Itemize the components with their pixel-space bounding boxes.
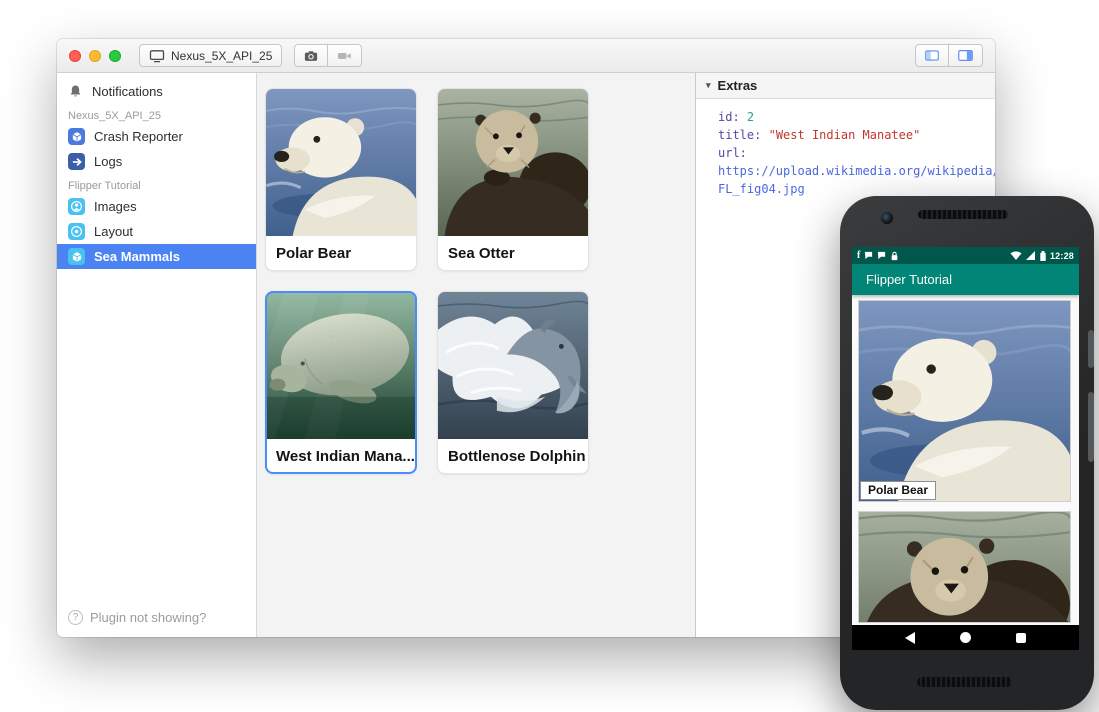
- capture-button-group: [294, 44, 362, 67]
- status-bar-clock: 12:28: [1050, 251, 1074, 261]
- recents-button[interactable]: [1016, 633, 1026, 643]
- polar-bear-image: [858, 300, 1071, 502]
- json-key: title:: [718, 128, 761, 142]
- sidebar-label: Logs: [94, 154, 122, 169]
- cellular-signal-icon: [1026, 251, 1036, 260]
- back-button[interactable]: [905, 632, 915, 644]
- card-west-indian-manatee[interactable]: West Indian Mana...: [265, 291, 417, 474]
- monitor-icon: [149, 49, 165, 63]
- extras-json-view: id: 2 title: "West Indian Manatee" url: …: [696, 99, 995, 198]
- sidebar-label: Images: [94, 199, 137, 214]
- close-window-button[interactable]: [69, 50, 81, 62]
- device-selector-label: Nexus_5X_API_25: [171, 49, 272, 63]
- sidebar-section-app: Flipper Tutorial: [57, 174, 256, 194]
- collapse-triangle-icon: ▾: [706, 80, 711, 91]
- device-selector-button[interactable]: Nexus_5X_API_25: [139, 44, 282, 67]
- dolphin-image: [438, 292, 588, 439]
- screen-record-button[interactable]: [328, 44, 362, 67]
- camera-icon: [304, 49, 318, 63]
- manatee-image: [266, 292, 416, 439]
- json-url-line-1[interactable]: https://upload.wikimedia.org/wikipedia/c…: [718, 162, 989, 180]
- sidebar-item-sea-mammals[interactable]: Sea Mammals: [57, 244, 256, 269]
- android-status-bar: f 12:28: [852, 247, 1079, 264]
- right-panel-icon: [958, 48, 973, 63]
- card-sea-otter[interactable]: Sea Otter: [437, 88, 589, 271]
- layout-plugin-icon: [68, 223, 85, 240]
- polar-bear-image: [266, 89, 416, 236]
- sidebar-item-crash-reporter[interactable]: Crash Reporter: [57, 124, 256, 149]
- json-row-title: title: "West Indian Manatee": [718, 126, 989, 144]
- phone-screen: f 12:28 F: [852, 247, 1079, 650]
- home-button[interactable]: [960, 632, 971, 643]
- card-title: West Indian Mana...: [266, 439, 416, 473]
- sidebar-label: Layout: [94, 224, 133, 239]
- chat-notification-icon: [864, 251, 873, 260]
- app-bar-title: Flipper Tutorial: [866, 272, 952, 287]
- earpiece-speaker: [918, 210, 1008, 219]
- sidebar-item-notifications[interactable]: Notifications: [57, 79, 256, 104]
- usb-lock-icon: [890, 251, 899, 261]
- sea-mammals-card-grid: Polar Bear: [257, 73, 695, 637]
- sea-mammals-plugin-icon: [68, 248, 85, 265]
- video-camera-icon: [337, 49, 352, 63]
- panel-toggle-group: [915, 44, 983, 67]
- traffic-lights: [69, 50, 121, 62]
- sidebar-item-layout[interactable]: Layout: [57, 219, 256, 244]
- battery-icon: [1040, 251, 1046, 261]
- toggle-right-panel-button[interactable]: [949, 44, 983, 67]
- sidebar-label: Crash Reporter: [94, 129, 183, 144]
- sidebar-section-device: Nexus_5X_API_25: [57, 104, 256, 124]
- card-title: Bottlenose Dolphin: [438, 439, 588, 473]
- sidebar-label: Sea Mammals: [94, 249, 180, 264]
- bottom-speaker: [917, 677, 1012, 687]
- phone-card-polar-bear[interactable]: Polar Bear: [858, 300, 1071, 502]
- android-nav-bar: [852, 625, 1079, 650]
- left-panel-icon: [925, 48, 939, 63]
- zoom-window-button[interactable]: [109, 50, 121, 62]
- plugin-help-label: Plugin not showing?: [90, 610, 206, 625]
- sea-otter-image: [858, 511, 1071, 623]
- json-key: url:: [718, 146, 747, 160]
- android-phone: f 12:28 F: [840, 196, 1094, 710]
- extras-header[interactable]: ▾ Extras: [696, 73, 995, 99]
- json-key: id:: [718, 110, 740, 124]
- card-bottlenose-dolphin[interactable]: Bottlenose Dolphin: [437, 291, 589, 474]
- card-polar-bear[interactable]: Polar Bear: [265, 88, 417, 271]
- minimize-window-button[interactable]: [89, 50, 101, 62]
- phone-app-content[interactable]: Polar Bear: [852, 295, 1079, 625]
- chat-notification-icon: [877, 251, 886, 260]
- question-mark-icon: ?: [68, 610, 83, 625]
- android-app-bar: Flipper Tutorial: [852, 264, 1079, 295]
- card-title: Polar Bear: [266, 236, 416, 270]
- plugin-help-link[interactable]: ? Plugin not showing?: [57, 598, 256, 637]
- plugin-sidebar: Notifications Nexus_5X_API_25 Crash Repo…: [57, 73, 257, 637]
- power-button[interactable]: [1088, 330, 1094, 368]
- wifi-icon: [1010, 251, 1022, 260]
- sidebar-item-images[interactable]: Images: [57, 194, 256, 219]
- screenshot-button[interactable]: [294, 44, 328, 67]
- sidebar-label: Notifications: [92, 84, 163, 99]
- extras-title: Extras: [718, 78, 758, 93]
- crash-reporter-icon: [68, 128, 85, 145]
- json-row-url: url:: [718, 144, 989, 162]
- window-toolbar: Nexus_5X_API_25: [57, 39, 995, 73]
- facebook-notification-icon: f: [857, 251, 860, 261]
- bell-icon: [68, 84, 83, 99]
- phone-card-label: Polar Bear: [860, 481, 936, 500]
- toggle-left-panel-button[interactable]: [915, 44, 949, 67]
- json-row-id: id: 2: [718, 108, 989, 126]
- front-camera: [881, 212, 893, 224]
- sea-otter-image: [438, 89, 588, 236]
- json-string-value: "West Indian Manatee": [769, 128, 921, 142]
- sidebar-item-logs[interactable]: Logs: [57, 149, 256, 174]
- logs-arrow-icon: [68, 153, 85, 170]
- volume-button[interactable]: [1088, 392, 1094, 462]
- json-number-value: 2: [747, 110, 754, 124]
- card-title: Sea Otter: [438, 236, 588, 270]
- images-plugin-icon: [68, 198, 85, 215]
